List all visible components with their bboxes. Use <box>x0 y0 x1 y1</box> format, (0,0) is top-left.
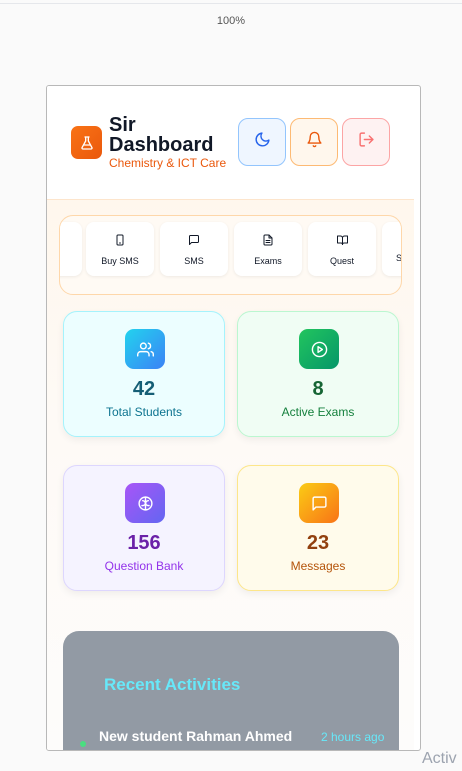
app-title-line2: Dashboard <box>109 134 214 156</box>
activity-time: 2 hours ago <box>321 730 385 744</box>
bell-icon <box>306 131 323 153</box>
nav-item-sms[interactable]: SMS <box>160 222 228 276</box>
activate-windows-watermark: Activ <box>422 750 457 767</box>
message-icon <box>188 233 200 251</box>
phone-icon <box>114 233 126 251</box>
stat-label: Question Bank <box>104 559 184 573</box>
stat-card-question-bank[interactable]: 156 Question Bank <box>63 465 225 591</box>
document-icon <box>262 233 274 251</box>
stat-label: Active Exams <box>281 405 355 419</box>
logout-icon <box>358 131 375 153</box>
notifications-button[interactable] <box>290 118 338 166</box>
nav-item-exams[interactable]: Exams <box>234 222 302 276</box>
quick-nav-scroller[interactable]: Buy SMS SMS Exams Quest S <box>59 215 402 295</box>
stat-label: Total Students <box>105 405 183 419</box>
message-square-icon <box>299 483 339 523</box>
nav-item-buy-sms[interactable]: Buy SMS <box>86 222 154 276</box>
nav-item-label: SMS <box>184 255 204 266</box>
book-open-icon <box>336 233 349 251</box>
app-subtitle: Chemistry & ICT Care <box>109 156 227 170</box>
stat-card-active-exams[interactable]: 8 Active Exams <box>237 311 399 437</box>
stat-value: 23 <box>306 532 330 554</box>
nav-item-quest[interactable]: Quest <box>308 222 376 276</box>
main-content: Buy SMS SMS Exams Quest S 42 Total Stude… <box>47 200 414 750</box>
browser-top-border <box>0 3 462 4</box>
nav-item-partial-left[interactable] <box>60 222 82 276</box>
app-header: Sir Dashboard Chemistry & ICT Care <box>47 86 414 200</box>
nav-item-label: Buy SMS <box>101 255 139 266</box>
zoom-level: 100% <box>216 15 246 27</box>
recent-activities-title: Recent Activities <box>104 675 241 694</box>
play-circle-icon <box>299 329 339 369</box>
stat-card-total-students[interactable]: 42 Total Students <box>63 311 225 437</box>
status-dot <box>80 741 86 747</box>
moon-icon <box>254 131 271 153</box>
brain-icon <box>125 483 165 523</box>
nav-item-partial-right[interactable]: S <box>382 222 402 276</box>
users-icon <box>125 329 165 369</box>
stat-card-messages[interactable]: 23 Messages <box>237 465 399 591</box>
activity-text: New student Rahman Ahmed joined <box>99 728 293 750</box>
stat-value: 156 <box>127 532 161 554</box>
stat-value: 42 <box>132 378 156 400</box>
nav-item-label: S <box>396 252 402 263</box>
nav-item-label: Exams <box>254 255 282 266</box>
logout-button[interactable] <box>342 118 390 166</box>
mobile-viewport: Sir Dashboard Chemistry & ICT Care Buy S… <box>46 85 421 751</box>
stat-label: Messages <box>290 559 346 573</box>
stat-value: 8 <box>312 378 324 400</box>
recent-activities-panel: Recent Activities New student Rahman Ahm… <box>63 631 399 750</box>
theme-toggle-button[interactable] <box>238 118 286 166</box>
flask-icon <box>71 126 102 159</box>
nav-item-label: Quest <box>329 255 354 266</box>
app-title-line1: Sir <box>109 114 136 136</box>
